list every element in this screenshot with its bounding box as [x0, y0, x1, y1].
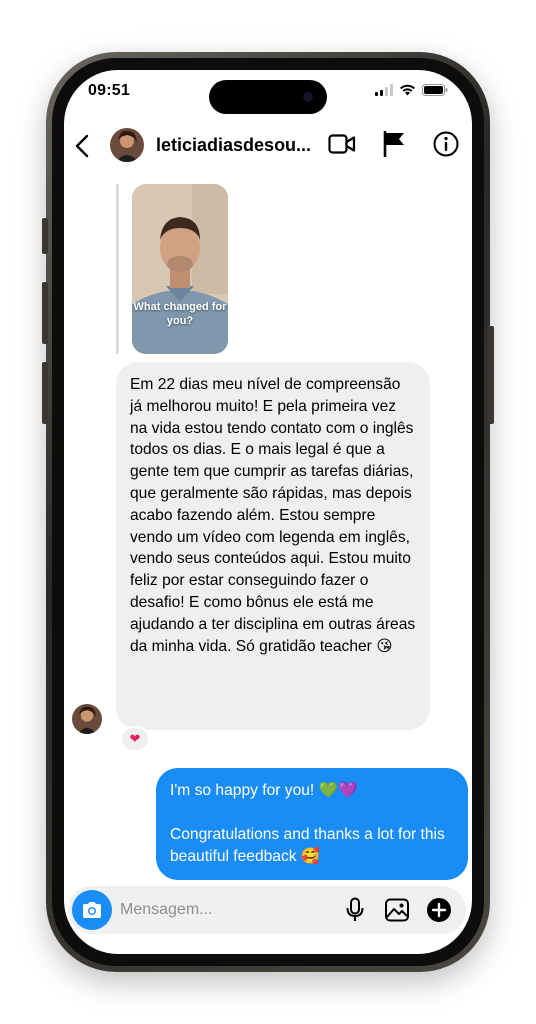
outgoing-message-line-1: I'm so happy for you! 💚💜	[170, 782, 358, 799]
dynamic-island	[209, 80, 327, 114]
message-input[interactable]	[120, 898, 320, 922]
heart-reaction[interactable]: ❤	[120, 726, 150, 752]
report-button[interactable]	[380, 130, 408, 158]
power-button	[488, 326, 494, 424]
wifi-icon	[400, 84, 415, 96]
microphone-icon	[346, 897, 364, 921]
outgoing-message-bubble[interactable]: I'm so happy for you! 💚💜 Congratulations…	[156, 768, 468, 880]
status-icons	[375, 84, 448, 96]
header-actions	[328, 130, 460, 158]
add-button[interactable]	[426, 896, 452, 924]
gallery-button[interactable]	[384, 896, 410, 924]
message-composer	[68, 886, 466, 934]
heart-icon: ❤	[129, 731, 141, 746]
incoming-message-bubble[interactable]: Em 22 dias meu nível de compreensão já m…	[116, 362, 430, 730]
volume-down-button	[42, 362, 48, 424]
video-call-button[interactable]	[328, 130, 356, 158]
status-time: 09:51	[88, 82, 130, 99]
camera-button[interactable]	[72, 890, 112, 930]
sender-avatar[interactable]	[72, 704, 102, 734]
screen: 09:51 leticiadiasdesou... What changed f…	[64, 70, 472, 954]
flag-icon	[383, 131, 404, 157]
info-icon	[433, 131, 459, 157]
voice-message-button[interactable]	[342, 896, 368, 924]
volume-up-button	[42, 282, 48, 344]
reply-indicator-line	[116, 184, 119, 354]
chat-header: leticiadiasdesou...	[64, 122, 472, 172]
back-button[interactable]	[70, 130, 94, 162]
camera-icon	[83, 902, 101, 918]
info-button[interactable]	[432, 130, 460, 158]
contact-avatar[interactable]	[110, 128, 144, 162]
battery-icon	[422, 84, 448, 96]
back-arrow-icon	[75, 134, 89, 158]
outgoing-message-line-2: Congratulations and thanks a lot for thi…	[170, 826, 445, 865]
video-call-icon	[328, 134, 356, 154]
gallery-icon	[385, 898, 409, 922]
contact-username[interactable]: leticiadiasdesou...	[156, 135, 311, 156]
incoming-message-text: Em 22 dias meu nível de compreensão já m…	[130, 376, 416, 655]
silent-switch	[42, 218, 48, 254]
composer-actions	[342, 896, 452, 924]
add-icon	[427, 898, 451, 922]
signal-icon	[375, 84, 393, 96]
status-bar: 09:51	[64, 70, 472, 114]
story-reply-thumbnail[interactable]: What changed for you?	[132, 184, 228, 354]
story-caption: What changed for you?	[133, 301, 227, 327]
chat-thread: What changed for you? Em 22 dias meu nív…	[64, 174, 472, 880]
